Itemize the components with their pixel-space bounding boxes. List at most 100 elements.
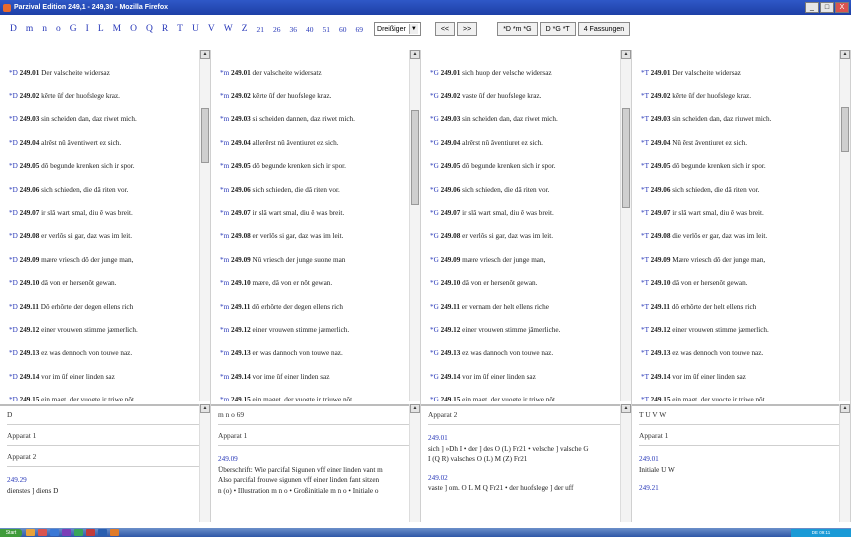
apparatus-scrollbar[interactable]: ▲ (409, 404, 420, 522)
verse-siglum[interactable]: *m (220, 349, 229, 357)
scroll-up-icon[interactable]: ▲ (410, 404, 420, 413)
verse-siglum[interactable]: *m (220, 69, 229, 77)
verse-siglum[interactable]: *D (9, 303, 18, 311)
verse-scrollbar[interactable]: ▲ (839, 50, 850, 401)
nav-link-21[interactable]: 21 (257, 25, 265, 34)
verse-siglum[interactable]: *G (430, 396, 439, 401)
nav-link-T[interactable]: T (177, 24, 183, 34)
start-button[interactable]: Start (0, 528, 22, 537)
verse-siglum[interactable]: *G (430, 303, 439, 311)
nav-link-U[interactable]: U (192, 24, 199, 34)
nav-link-Z[interactable]: Z (242, 24, 248, 34)
nav-link-m[interactable]: m (26, 24, 33, 34)
verse-siglum[interactable]: *G (430, 92, 439, 100)
scroll-up-icon[interactable]: ▲ (410, 50, 420, 59)
nav-link-26[interactable]: 26 (273, 25, 281, 34)
maximize-button[interactable]: □ (820, 2, 834, 13)
verse-siglum[interactable]: *G (430, 232, 439, 240)
nav-link-n[interactable]: n (42, 24, 47, 34)
nav-link-40[interactable]: 40 (306, 25, 314, 34)
verse-siglum[interactable]: *G (430, 162, 439, 170)
verse-siglum[interactable]: *D (9, 69, 18, 77)
nav-link-M[interactable]: M (113, 24, 121, 34)
pdf-icon[interactable] (86, 529, 95, 536)
verse-siglum[interactable]: *T (641, 256, 649, 264)
nav-link-36[interactable]: 36 (290, 25, 298, 34)
verse-siglum[interactable]: *D (9, 373, 18, 381)
media-icon[interactable] (62, 529, 71, 536)
verse-siglum[interactable]: *T (641, 92, 649, 100)
verse-siglum[interactable]: *m (220, 92, 229, 100)
verse-siglum[interactable]: *T (641, 396, 649, 401)
apparatus-scrollbar[interactable]: ▲ (839, 404, 850, 522)
verse-siglum[interactable]: *m (220, 232, 229, 240)
verse-siglum[interactable]: *T (641, 115, 649, 123)
verse-siglum[interactable]: *m (220, 256, 229, 264)
scroll-thumb[interactable] (411, 110, 419, 205)
scroll-up-icon[interactable]: ▲ (621, 404, 631, 413)
scroll-up-icon[interactable]: ▲ (200, 50, 210, 59)
verse-siglum[interactable]: *D (9, 162, 18, 170)
scroll-thumb[interactable] (201, 108, 209, 163)
scroll-up-icon[interactable]: ▲ (840, 404, 850, 413)
verse-siglum[interactable]: *D (9, 326, 18, 334)
nav-link-I[interactable]: I (86, 24, 89, 34)
nav-link-L[interactable]: L (98, 24, 104, 34)
verse-siglum[interactable]: *D (9, 279, 18, 287)
app-icon[interactable] (38, 529, 47, 536)
verse-siglum[interactable]: *T (641, 186, 649, 194)
word-icon[interactable] (98, 529, 107, 536)
verse-siglum[interactable]: *m (220, 303, 229, 311)
nav-link-O[interactable]: O (130, 24, 137, 34)
scroll-up-icon[interactable]: ▲ (840, 50, 850, 59)
folder-icon[interactable] (26, 529, 35, 536)
verse-siglum[interactable]: *G (430, 209, 439, 217)
four-versions-button[interactable]: 4 Fassungen (577, 22, 631, 36)
verse-scrollbar[interactable]: ▲ (199, 50, 210, 401)
verse-siglum[interactable]: *D (9, 256, 18, 264)
verse-scrollbar[interactable]: ▲ (409, 50, 420, 401)
minimize-button[interactable]: _ (805, 2, 819, 13)
verse-siglum[interactable]: *D (9, 115, 18, 123)
nav-link-o[interactable]: o (56, 24, 61, 34)
verse-siglum[interactable]: *D (9, 186, 18, 194)
view-dmg-button[interactable]: *D *m *G (497, 22, 538, 36)
verse-siglum[interactable]: *T (641, 232, 649, 240)
verse-siglum[interactable]: *G (430, 279, 439, 287)
scroll-thumb[interactable] (622, 108, 630, 208)
verse-siglum[interactable]: *m (220, 209, 229, 217)
verse-siglum[interactable]: *m (220, 396, 229, 401)
view-dgt-button[interactable]: D *G *T (539, 22, 576, 36)
verse-siglum[interactable]: *T (641, 373, 649, 381)
nav-link-G[interactable]: G (70, 24, 77, 34)
prev-button[interactable]: << (434, 22, 455, 36)
verse-siglum[interactable]: *D (9, 232, 18, 240)
nav-link-60[interactable]: 60 (339, 25, 347, 34)
close-button[interactable]: X (835, 2, 849, 13)
apparatus-scrollbar[interactable]: ▲ (199, 404, 210, 522)
scroll-up-icon[interactable]: ▲ (621, 50, 631, 59)
verse-siglum[interactable]: *G (430, 373, 439, 381)
nav-link-R[interactable]: R (162, 24, 168, 34)
verse-siglum[interactable]: *m (220, 162, 229, 170)
verse-siglum[interactable]: *T (641, 69, 649, 77)
scroll-thumb[interactable] (841, 107, 849, 152)
verse-siglum[interactable]: *m (220, 139, 229, 147)
verse-siglum[interactable]: *T (641, 209, 649, 217)
verse-siglum[interactable]: *m (220, 326, 229, 334)
nav-link-V[interactable]: V (208, 24, 215, 34)
next-button[interactable]: >> (457, 22, 478, 36)
verse-siglum[interactable]: *T (641, 349, 649, 357)
nav-link-51[interactable]: 51 (323, 25, 331, 34)
verse-siglum[interactable]: *m (220, 279, 229, 287)
verse-siglum[interactable]: *T (641, 162, 649, 170)
browser-icon[interactable] (50, 529, 59, 536)
verse-siglum[interactable]: *T (641, 139, 649, 147)
verse-siglum[interactable]: *m (220, 186, 229, 194)
scroll-up-icon[interactable]: ▲ (200, 404, 210, 413)
excel-icon[interactable] (74, 529, 83, 536)
apparatus-scrollbar[interactable]: ▲ (620, 404, 631, 522)
verse-siglum[interactable]: *D (9, 396, 18, 401)
verse-siglum[interactable]: *G (430, 186, 439, 194)
verse-siglum[interactable]: *G (430, 326, 439, 334)
